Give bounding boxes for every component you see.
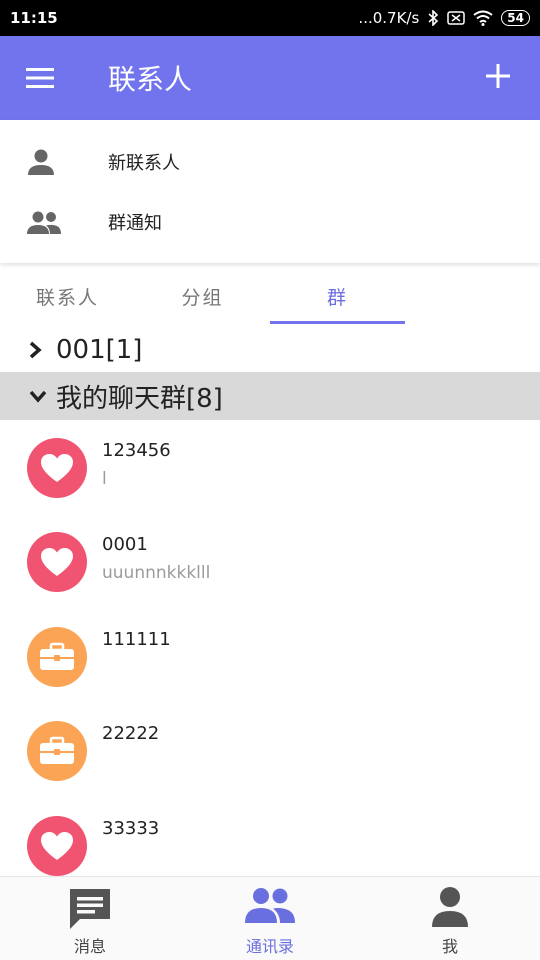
avatar: [27, 721, 87, 781]
heart-icon: [41, 454, 73, 482]
list-item[interactable]: 111111: [0, 627, 540, 721]
nav-messages[interactable]: 消息: [0, 877, 180, 960]
nav-contacts[interactable]: 通讯录: [180, 877, 360, 960]
list-item[interactable]: 33333: [0, 816, 540, 876]
member-signature: l: [102, 469, 107, 489]
member-name: 22222: [102, 723, 160, 744]
status-indicators: ...0.7K/s 54: [358, 9, 530, 27]
menu-icon: [26, 68, 54, 88]
sim-off-icon: [447, 11, 466, 25]
plus-icon: [486, 64, 510, 88]
new-contacts-item[interactable]: 新联系人: [0, 132, 540, 192]
chevron-right-icon: [29, 341, 42, 359]
page-title: 联系人: [108, 63, 193, 96]
list-item[interactable]: 22222: [0, 721, 540, 815]
tab-bar: 联系人 分组 群: [0, 270, 540, 326]
nav-label: 通讯录: [245, 937, 294, 956]
bottom-nav: 消息 通讯录 我: [0, 876, 540, 960]
network-speed: ...0.7K/s: [358, 9, 420, 27]
nav-label: 我: [441, 937, 458, 956]
contacts-icon: [245, 888, 295, 923]
avatar: [27, 627, 87, 687]
profile-icon: [432, 887, 468, 927]
message-icon: [70, 889, 110, 929]
tab-indicator: [270, 321, 405, 324]
quick-actions-card: 新联系人 群通知: [0, 120, 540, 263]
group-label: 我的聊天群[8]: [56, 383, 223, 414]
status-bar: 11:15 ...0.7K/s 54: [0, 0, 540, 36]
member-name: 111111: [102, 629, 171, 650]
briefcase-icon: [40, 736, 74, 764]
bluetooth-icon: [428, 10, 439, 26]
avatar: [27, 438, 87, 498]
heart-icon: [41, 548, 73, 576]
member-name: 123456: [102, 440, 171, 461]
nav-profile[interactable]: 我: [360, 877, 540, 960]
status-time: 11:15: [10, 9, 58, 27]
group-notice-label: 群通知: [108, 213, 162, 234]
tab-contacts[interactable]: 联系人: [0, 270, 135, 322]
tab-groups[interactable]: 分组: [135, 270, 270, 322]
add-button[interactable]: [484, 62, 512, 90]
menu-button[interactable]: [24, 63, 58, 93]
app-bar: 联系人: [0, 36, 540, 120]
list-item[interactable]: 123456 l: [0, 438, 540, 532]
battery-indicator: 54: [501, 10, 530, 26]
tab-chat-groups[interactable]: 群: [270, 270, 405, 322]
avatar: [27, 816, 87, 876]
briefcase-icon: [40, 642, 74, 670]
avatar: [27, 532, 87, 592]
heart-icon: [41, 832, 73, 860]
list-item[interactable]: 0001 uuunnnkkklll: [0, 532, 540, 626]
group-notice-item[interactable]: 群通知: [0, 192, 540, 252]
wifi-icon: [473, 10, 493, 26]
group-header-my-chat-groups[interactable]: 我的聊天群[8]: [0, 372, 540, 420]
people-icon: [27, 211, 61, 234]
nav-label: 消息: [73, 937, 106, 956]
person-icon: [28, 149, 54, 175]
member-signature: uuunnnkkklll: [102, 563, 211, 583]
member-name: 0001: [102, 534, 148, 555]
chevron-down-icon: [29, 390, 47, 403]
new-contacts-label: 新联系人: [108, 153, 180, 174]
group-label: 001[1]: [56, 335, 143, 365]
member-name: 33333: [102, 818, 160, 839]
group-header-001[interactable]: 001[1]: [0, 326, 540, 374]
